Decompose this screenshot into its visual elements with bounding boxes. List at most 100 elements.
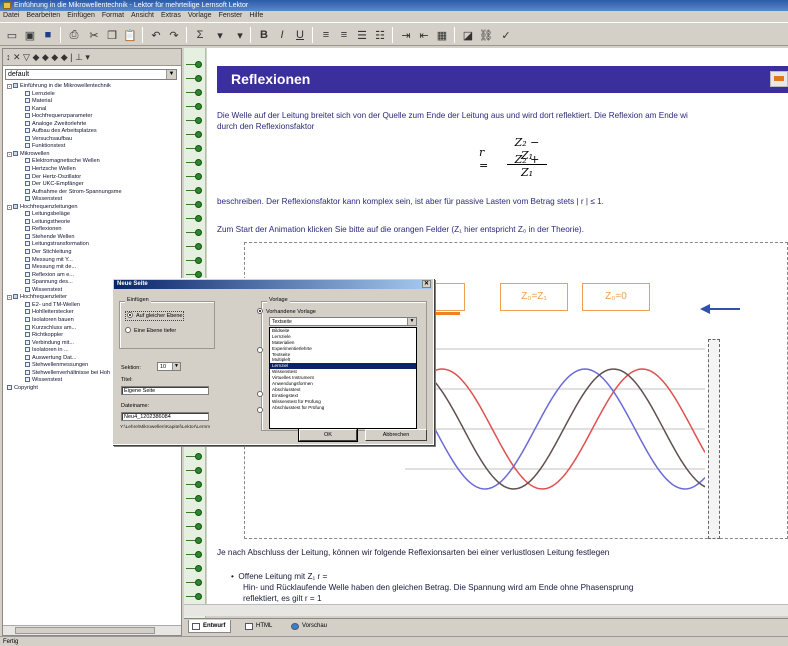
table-icon[interactable]: ▦ bbox=[434, 27, 450, 43]
radio-option-4[interactable] bbox=[257, 407, 266, 415]
tree-node[interactable]: Stehende Wellen bbox=[5, 233, 181, 242]
dropdown-icon[interactable]: ▾ bbox=[212, 27, 228, 43]
tree-node[interactable]: Leitungstheorie bbox=[5, 218, 181, 227]
gutter-marker[interactable] bbox=[186, 116, 204, 125]
tree-node[interactable]: Kanal bbox=[5, 105, 181, 114]
print-icon[interactable]: ⎙ bbox=[66, 27, 82, 43]
menu-item[interactable]: Fenster bbox=[219, 12, 243, 19]
cancel-button[interactable]: Abbrechen bbox=[365, 429, 427, 441]
tab-html[interactable]: HTML bbox=[242, 620, 277, 633]
gutter-marker[interactable] bbox=[186, 102, 204, 111]
tree-node[interactable]: Hochfrequenzparameter bbox=[5, 113, 181, 121]
chevron-down-icon[interactable]: ▼ bbox=[407, 318, 416, 325]
tree-node[interactable]: Reflexionen bbox=[5, 226, 181, 234]
tree-node[interactable]: Hertzsche Wellen bbox=[5, 166, 181, 174]
indent-icon[interactable]: ⇥ bbox=[398, 27, 414, 43]
gutter-marker[interactable] bbox=[186, 60, 204, 69]
gutter-marker[interactable] bbox=[186, 200, 204, 209]
menu-item[interactable]: Ansicht bbox=[131, 12, 154, 19]
tree-expander-icon[interactable]: - bbox=[7, 151, 12, 157]
gutter-marker[interactable] bbox=[186, 186, 204, 195]
outdent-icon[interactable]: ⇤ bbox=[416, 27, 432, 43]
gutter-marker[interactable] bbox=[186, 452, 204, 461]
gutter-marker[interactable] bbox=[186, 494, 204, 503]
menu-item[interactable]: Hilfe bbox=[249, 12, 263, 19]
tree-node[interactable]: Aufnahme der Strom-Spannungsme bbox=[5, 188, 181, 197]
radio-option-3[interactable] bbox=[257, 391, 266, 399]
radio-same-level[interactable]: Auf gleicher Ebene bbox=[125, 311, 185, 321]
tree-node[interactable]: - Einführung in die Mikrowellentechnik bbox=[5, 83, 181, 91]
tree-node[interactable]: Analoge Zweitorlehrte bbox=[5, 120, 181, 129]
radio-option-2[interactable] bbox=[257, 347, 266, 355]
template-list[interactable]: Bildseite Lernziele Materialien Experimenti… bbox=[269, 327, 417, 429]
tree-toolbar-icons[interactable]: ↕ ✕ ▽ ◆ ◆ ◆ ◆ | ⊥ ▾ bbox=[6, 52, 90, 62]
radio-existing-template[interactable]: Vorhandene Vorlage bbox=[257, 308, 316, 316]
tree-node[interactable]: - Hochfrequenzleitungen bbox=[5, 203, 181, 212]
tree-expander-icon[interactable]: - bbox=[7, 295, 12, 301]
tree-node[interactable]: Messung mit de... bbox=[5, 264, 181, 272]
menu-item[interactable]: Bearbeiten bbox=[26, 12, 60, 19]
filename-field[interactable]: Neu4_1202386084 bbox=[121, 412, 209, 421]
chevron-down-icon[interactable]: ▼ bbox=[166, 70, 176, 79]
gutter-marker[interactable] bbox=[186, 74, 204, 83]
image-icon[interactable]: ◪ bbox=[460, 27, 476, 43]
ok-button[interactable]: OK bbox=[298, 428, 358, 442]
tree-node[interactable]: Leitungsbeläge bbox=[5, 211, 181, 219]
horizontal-scrollbar[interactable] bbox=[3, 625, 181, 635]
gutter-marker[interactable] bbox=[186, 214, 204, 223]
gutter-marker[interactable] bbox=[186, 256, 204, 265]
chevron-down-icon[interactable]: ▼ bbox=[172, 363, 180, 370]
gutter-marker[interactable] bbox=[186, 480, 204, 489]
tree-node[interactable]: Lernziele bbox=[5, 90, 181, 99]
list-icon[interactable]: ☰ bbox=[354, 27, 370, 43]
spellcheck-icon[interactable]: ✓ bbox=[498, 27, 514, 43]
close-icon[interactable]: ✕ bbox=[422, 280, 431, 288]
gutter-marker[interactable] bbox=[186, 88, 204, 97]
align-left-icon[interactable]: ≡ bbox=[318, 27, 334, 43]
gutter-marker[interactable] bbox=[186, 522, 204, 531]
tree-expander-icon[interactable]: - bbox=[7, 204, 12, 210]
open-folder-icon[interactable]: ▣ bbox=[22, 27, 38, 43]
bold-icon[interactable]: B bbox=[256, 27, 272, 43]
tree-node[interactable]: Aufbau des Arbeitsplatzes bbox=[5, 128, 181, 136]
underline-icon[interactable]: U bbox=[292, 27, 308, 43]
template-option[interactable]: Abschlusstest für Prüfung bbox=[270, 405, 416, 411]
menu-item[interactable]: Vorlage bbox=[188, 12, 212, 19]
gutter-marker[interactable] bbox=[186, 508, 204, 517]
short-circuit-button[interactable]: Z₀=0 bbox=[582, 283, 650, 311]
gutter-marker[interactable] bbox=[186, 592, 204, 601]
gutter-marker[interactable] bbox=[186, 550, 204, 559]
tree-node[interactable]: Der UKC-Empfänger bbox=[5, 181, 181, 189]
template-combo[interactable]: Textseite ▼ bbox=[269, 317, 417, 326]
title-field[interactable]: Eigene Seite bbox=[121, 386, 209, 395]
tree-node[interactable]: Der Hertz-Oszillator bbox=[5, 173, 181, 182]
copy-icon[interactable]: ❐ bbox=[104, 27, 120, 43]
menu-item[interactable]: Extras bbox=[161, 12, 181, 19]
redo-icon[interactable]: ↷ bbox=[166, 27, 182, 43]
tree-node[interactable]: Elektromagnetische Wellen bbox=[5, 158, 181, 166]
gutter-marker[interactable] bbox=[186, 172, 204, 181]
gutter-marker[interactable] bbox=[186, 466, 204, 475]
scrollbar-thumb[interactable] bbox=[15, 627, 155, 634]
paste-icon[interactable]: 📋 bbox=[122, 27, 138, 43]
tree-node[interactable]: Wissenstest bbox=[5, 196, 181, 204]
radio-level-down[interactable]: Eine Ebene tiefer bbox=[125, 327, 176, 335]
project-combo[interactable]: default ▼ bbox=[5, 69, 177, 80]
undo-icon[interactable]: ↶ bbox=[148, 27, 164, 43]
tree-node[interactable]: Material bbox=[5, 98, 181, 106]
gutter-marker[interactable] bbox=[186, 564, 204, 573]
cut-icon[interactable]: ✂ bbox=[86, 27, 102, 43]
save-icon[interactable]: ■ bbox=[40, 27, 56, 43]
gutter-marker[interactable] bbox=[186, 242, 204, 251]
section-spinner[interactable]: 10 ▼ bbox=[157, 362, 181, 371]
format-icon[interactable]: Σ bbox=[192, 27, 208, 43]
tree-node[interactable]: Funktionstest bbox=[5, 143, 181, 151]
menu-item[interactable]: Datei bbox=[3, 12, 19, 19]
gutter-marker[interactable] bbox=[186, 228, 204, 237]
gutter-marker[interactable] bbox=[186, 144, 204, 153]
gutter-marker[interactable] bbox=[186, 536, 204, 545]
tree-node[interactable]: Versuchsaufbau bbox=[5, 135, 181, 144]
tree-node[interactable]: Messung mit Y... bbox=[5, 256, 181, 265]
document-horizontal-scrollbar[interactable] bbox=[184, 604, 788, 616]
tree-node[interactable]: Leitungstransformation bbox=[5, 241, 181, 249]
